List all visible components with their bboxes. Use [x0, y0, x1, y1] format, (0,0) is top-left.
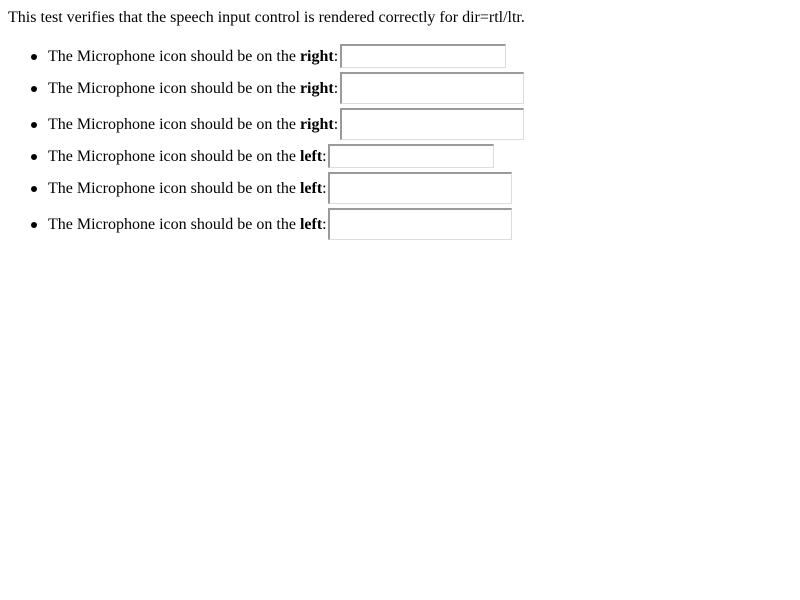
direction-emphasis: left [299, 148, 323, 165]
list-item: The Microphone icon should be on the rig… [0, 108, 800, 140]
bullet-icon [31, 86, 37, 92]
direction-emphasis: left [299, 216, 323, 233]
speech-input[interactable] [328, 208, 512, 240]
speech-input[interactable] [340, 44, 506, 68]
direction-emphasis: left [299, 180, 323, 197]
direction-emphasis: right [299, 116, 334, 133]
direction-emphasis: right [299, 80, 334, 97]
bullet-icon [31, 186, 37, 192]
speech-input[interactable] [328, 144, 494, 168]
list-item: The Microphone icon should be on the lef… [0, 208, 800, 240]
speech-input[interactable] [328, 172, 512, 204]
bullet-icon [31, 154, 37, 160]
direction-emphasis: right [299, 48, 334, 65]
item-label: The Microphone icon should be on the rig… [48, 80, 339, 97]
bullet-icon [31, 54, 37, 60]
bullet-icon [31, 122, 37, 128]
item-label: The Microphone icon should be on the lef… [48, 216, 327, 233]
item-label: The Microphone icon should be on the lef… [48, 148, 327, 165]
intro-text: This test verifies that the speech input… [8, 9, 525, 26]
speech-input[interactable] [340, 108, 524, 140]
list-item: The Microphone icon should be on the rig… [0, 72, 800, 104]
bullet-icon [31, 222, 37, 228]
item-label: The Microphone icon should be on the rig… [48, 48, 339, 65]
item-label: The Microphone icon should be on the rig… [48, 116, 339, 133]
item-label: The Microphone icon should be on the lef… [48, 180, 327, 197]
list-item: The Microphone icon should be on the lef… [0, 172, 800, 204]
speech-input[interactable] [340, 72, 524, 104]
